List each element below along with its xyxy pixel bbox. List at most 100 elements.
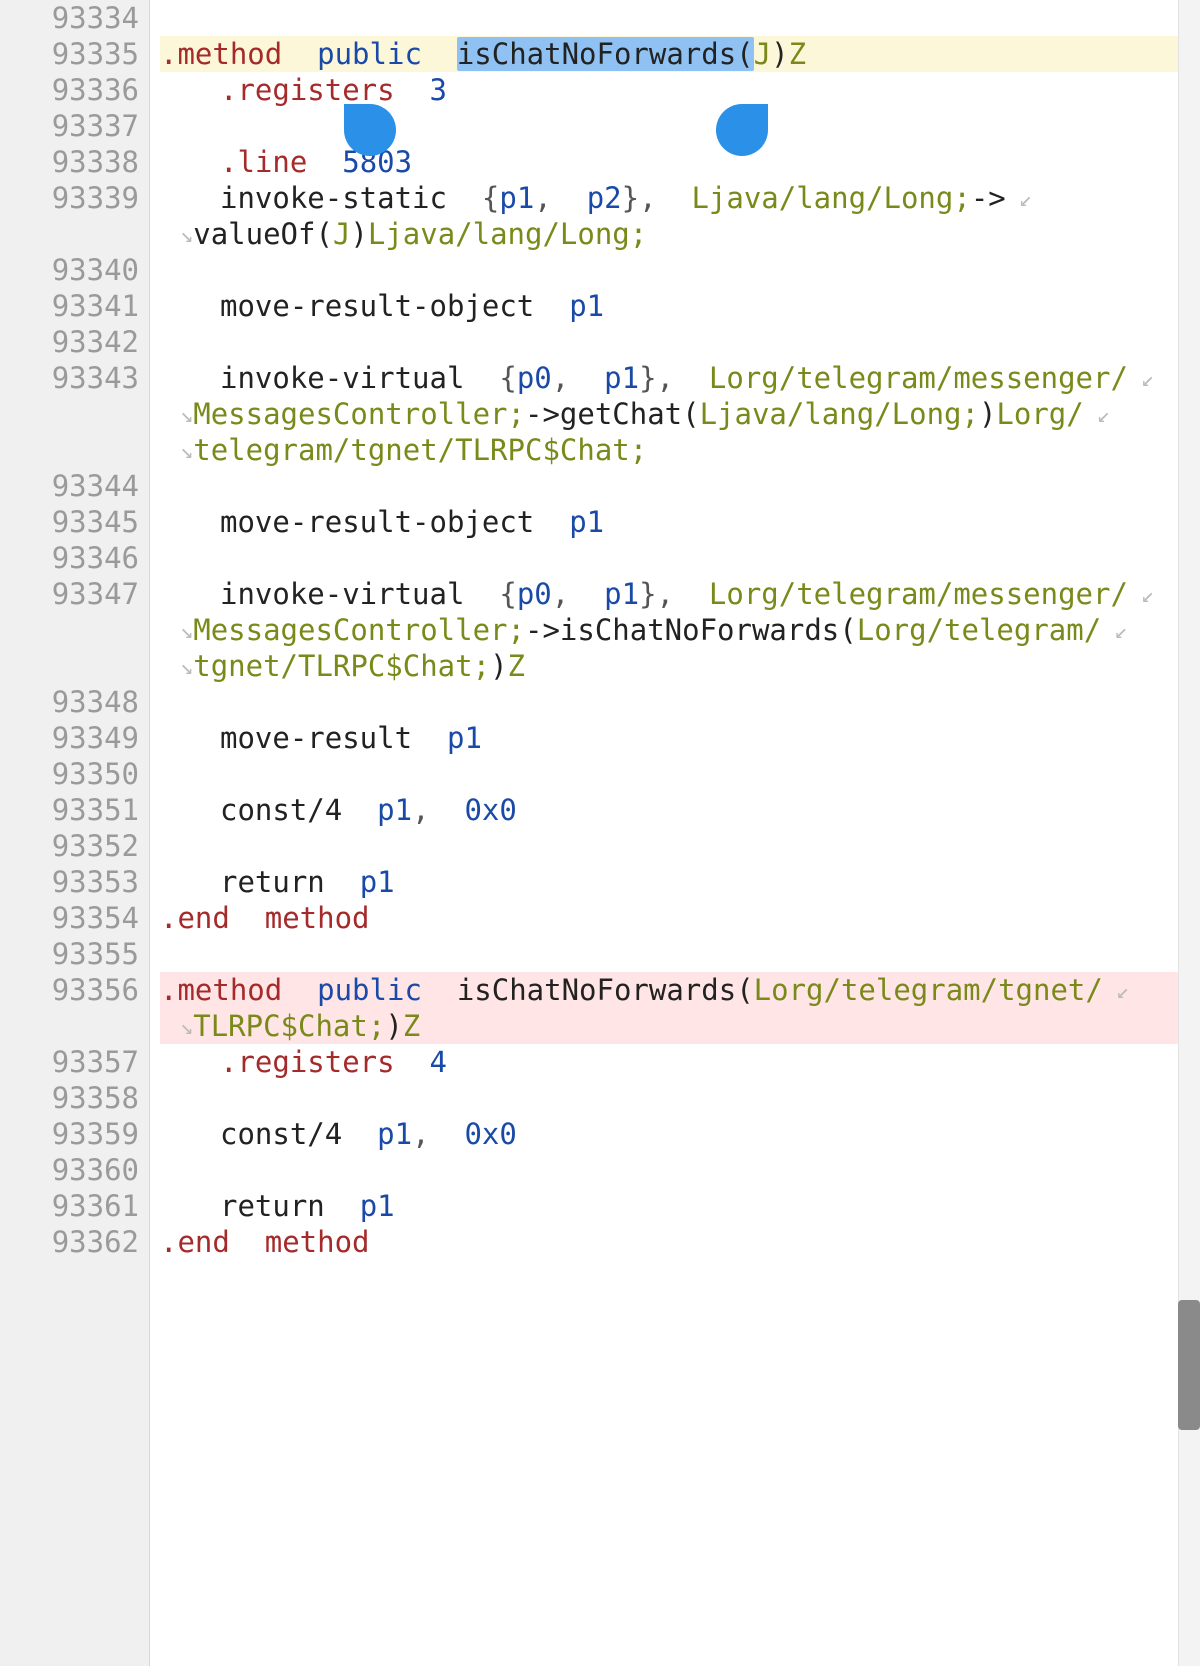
- code-token: .line: [220, 145, 307, 179]
- wrap-continuation-icon: ↘: [180, 1015, 193, 1040]
- code-token: .end method: [160, 1225, 370, 1259]
- code-line[interactable]: .end method: [160, 1224, 1200, 1260]
- code-line[interactable]: ↘telegram/tgnet/TLRPC$Chat;: [160, 432, 1200, 468]
- code-token: ->: [525, 613, 560, 647]
- code-token: [395, 73, 430, 107]
- code-token: ): [385, 1009, 402, 1043]
- code-token: .end method: [160, 901, 370, 935]
- code-line[interactable]: [160, 540, 1200, 576]
- code-token: p0: [517, 577, 552, 611]
- code-token: p1: [447, 721, 482, 755]
- code-token: [412, 721, 447, 755]
- scrollbar-track[interactable]: [1178, 0, 1200, 1666]
- code-line[interactable]: [160, 0, 1200, 36]
- code-line[interactable]: [160, 1080, 1200, 1116]
- code-token: ): [771, 37, 788, 71]
- code-line[interactable]: [160, 1152, 1200, 1188]
- code-line[interactable]: return p1: [160, 1188, 1200, 1224]
- code-token: move-result-object: [220, 505, 534, 539]
- code-token: ,: [552, 577, 604, 611]
- line-number: 93350: [6, 756, 139, 792]
- wrap-continuation-icon: ↘: [180, 403, 193, 428]
- selection-handle-left[interactable]: [344, 104, 396, 156]
- code-token: .registers: [220, 1045, 395, 1079]
- code-token: ,: [552, 361, 604, 395]
- code-token: ): [979, 397, 996, 431]
- wrap-continuation-icon: ↘: [180, 223, 193, 248]
- code-line[interactable]: [160, 684, 1200, 720]
- code-line[interactable]: [160, 828, 1200, 864]
- code-token: {: [464, 577, 516, 611]
- code-token: p1: [604, 361, 639, 395]
- line-number: 93338: [6, 144, 139, 180]
- code-line[interactable]: ↘TLRPC$Chat;)Z: [160, 1008, 1200, 1044]
- code-line[interactable]: ↘valueOf(J)Ljava/lang/Long;: [160, 216, 1200, 252]
- code-token: Ljava/lang/Long;: [700, 397, 979, 431]
- code-line[interactable]: [160, 324, 1200, 360]
- code-line[interactable]: .line 5803: [160, 144, 1200, 180]
- code-line[interactable]: [160, 252, 1200, 288]
- code-line[interactable]: .end method: [160, 900, 1200, 936]
- code-line[interactable]: .registers 4: [160, 1044, 1200, 1080]
- line-number: 93361: [6, 1188, 139, 1224]
- code-line[interactable]: move-result-object p1: [160, 504, 1200, 540]
- code-token: [282, 973, 317, 1007]
- code-token: p1: [377, 793, 412, 827]
- line-number: 93336: [6, 72, 139, 108]
- code-line[interactable]: .method public isChatNoForwards(Lorg/tel…: [160, 972, 1200, 1008]
- wrap-indicator-icon: ↙: [1006, 187, 1033, 212]
- code-token: J: [754, 37, 771, 71]
- code-token: (: [839, 613, 856, 647]
- code-line[interactable]: .registers 3: [160, 72, 1200, 108]
- code-line[interactable]: move-result-object p1: [160, 288, 1200, 324]
- code-line[interactable]: [160, 108, 1200, 144]
- code-line[interactable]: .method public isChatNoForwards(J)Z: [160, 36, 1200, 72]
- code-token: {: [464, 361, 516, 395]
- code-line[interactable]: const/4 p1, 0x0: [160, 792, 1200, 828]
- code-token: getChat: [560, 397, 682, 431]
- code-line[interactable]: move-result p1: [160, 720, 1200, 756]
- code-token: telegram/tgnet/TLRPC$Chat;: [193, 433, 647, 467]
- code-token: Ljava/lang/Long;: [368, 217, 647, 251]
- wrap-indicator-icon: ↙: [1103, 979, 1130, 1004]
- code-line[interactable]: invoke-virtual {p0, p1}, Lorg/telegram/m…: [160, 360, 1200, 396]
- line-number: 93354: [6, 900, 139, 936]
- code-token: 0x0: [464, 1117, 516, 1151]
- wrap-continuation-icon: ↘: [180, 439, 193, 464]
- code-token: Lorg/telegram/tgnet/: [754, 973, 1103, 1007]
- code-token: },: [639, 361, 709, 395]
- code-token: ->: [971, 181, 1006, 215]
- code-token: (: [736, 973, 753, 1007]
- code-line[interactable]: const/4 p1, 0x0: [160, 1116, 1200, 1152]
- code-editor-content[interactable]: .method public isChatNoForwards(J)Z.regi…: [150, 0, 1200, 1666]
- code-line[interactable]: ↘tgnet/TLRPC$Chat;)Z: [160, 648, 1200, 684]
- code-line[interactable]: invoke-static {p1, p2}, Ljava/lang/Long;…: [160, 180, 1200, 216]
- code-token: },: [639, 577, 709, 611]
- code-token: (: [315, 217, 332, 251]
- wrap-indicator-icon: ↙: [1101, 619, 1128, 644]
- code-line[interactable]: ↘MessagesController;->isChatNoForwards(L…: [160, 612, 1200, 648]
- code-line[interactable]: return p1: [160, 864, 1200, 900]
- code-token: {: [447, 181, 499, 215]
- code-line[interactable]: [160, 756, 1200, 792]
- code-token: 3: [430, 73, 447, 107]
- line-number: 93358: [6, 1080, 139, 1116]
- line-number: 93346: [6, 540, 139, 576]
- code-token: invoke-static: [220, 181, 447, 215]
- code-token: [342, 1117, 377, 1151]
- code-token: .method: [160, 973, 282, 1007]
- line-number: 93353: [6, 864, 139, 900]
- scrollbar-thumb[interactable]: [1178, 1300, 1200, 1430]
- code-token: p1: [499, 181, 534, 215]
- code-token: [422, 973, 457, 1007]
- code-token: [307, 145, 342, 179]
- code-line[interactable]: invoke-virtual {p0, p1}, Lorg/telegram/m…: [160, 576, 1200, 612]
- code-line[interactable]: [160, 936, 1200, 972]
- line-number: 93349: [6, 720, 139, 756]
- wrap-continuation-icon: ↘: [180, 619, 193, 644]
- code-line[interactable]: [160, 468, 1200, 504]
- code-token: [342, 793, 377, 827]
- selection-handle-right[interactable]: [716, 104, 768, 156]
- code-line[interactable]: ↘MessagesController;->getChat(Ljava/lang…: [160, 396, 1200, 432]
- code-token: ,: [412, 793, 464, 827]
